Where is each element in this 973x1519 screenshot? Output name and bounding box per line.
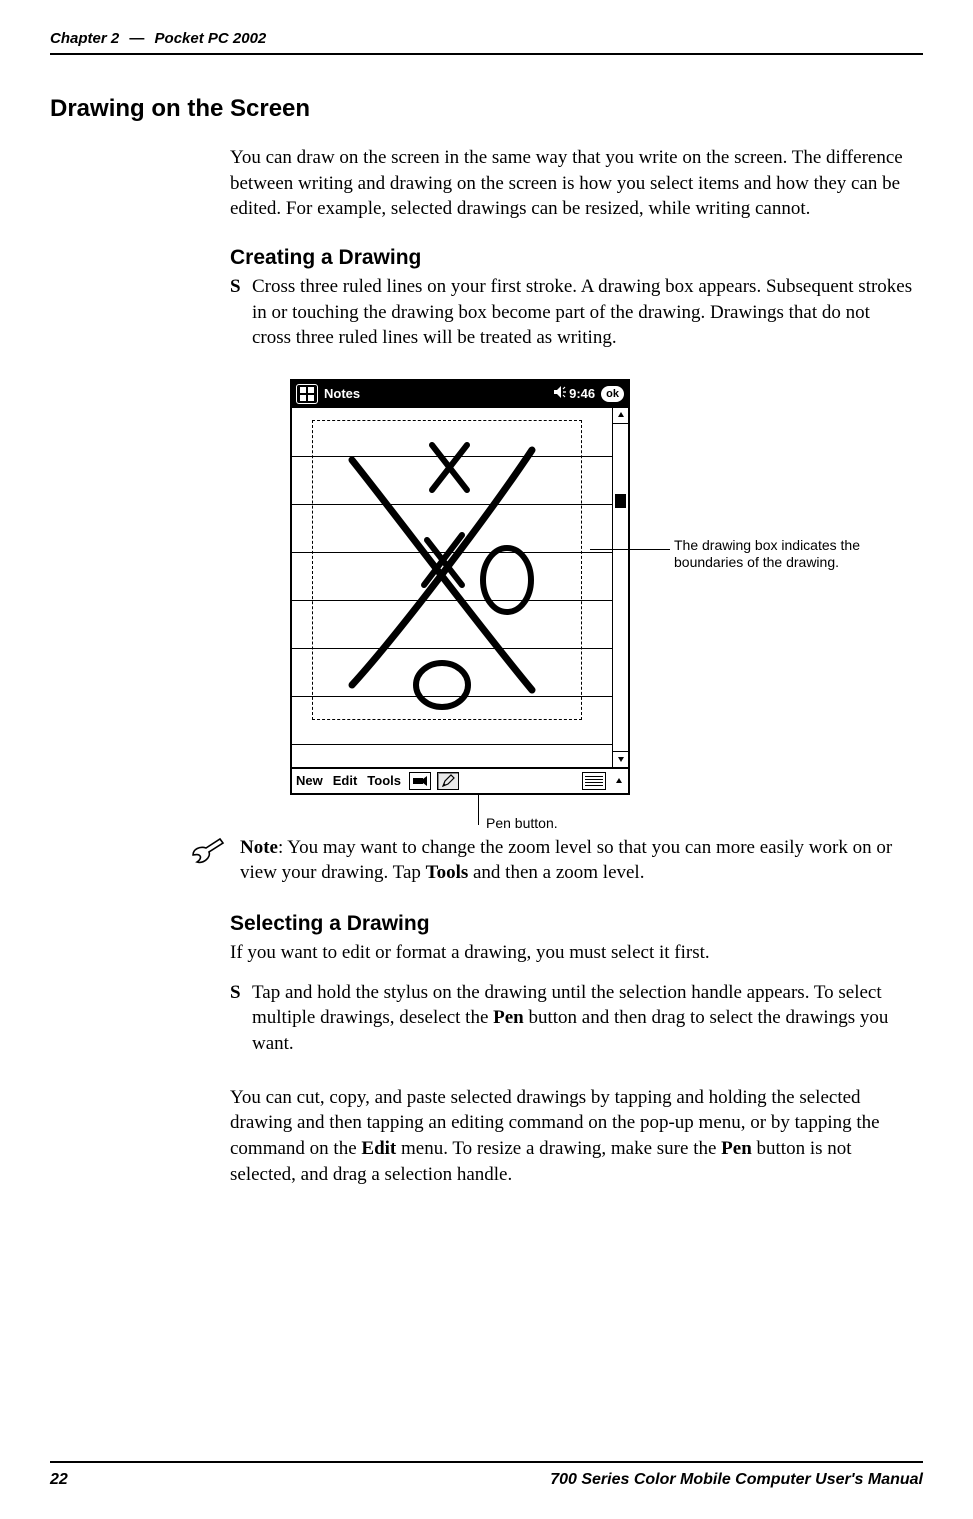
edit-word: Edit [361, 1138, 396, 1159]
note-block: Note: You may want to change the zoom le… [190, 835, 913, 886]
keyboard-sip-icon[interactable] [582, 772, 606, 790]
page-footer: 22 700 Series Color Mobile Computer User… [50, 1461, 923, 1489]
callout-drawing-box: The drawing box indicates the boundaries… [674, 537, 894, 572]
menu-new[interactable]: New [294, 773, 325, 788]
window-titlebar: Notes 9:46 ok [292, 381, 628, 407]
header-rule [50, 53, 923, 55]
scroll-track[interactable] [613, 424, 628, 751]
recording-icon[interactable] [409, 772, 431, 790]
command-bar: New Edit Tools [292, 767, 628, 793]
sip-chevron-up-icon[interactable] [612, 772, 626, 790]
note-label: Note [240, 837, 278, 858]
screenshot-figure: Notes 9:46 ok [290, 379, 910, 795]
intro-paragraph: You can draw on the screen in the same w… [230, 145, 913, 222]
callout-leader-line [590, 549, 670, 550]
scroll-up-icon[interactable] [613, 408, 628, 424]
scroll-thumb[interactable] [615, 494, 626, 508]
header-chapter: Chapter 2 [50, 30, 119, 47]
pen-word: Pen [493, 1007, 524, 1028]
note-tools-word: Tools [426, 862, 469, 883]
creating-bullet: Cross three ruled lines on your first st… [230, 274, 913, 351]
ok-button[interactable]: ok [601, 386, 624, 402]
manual-title: 700 Series Color Mobile Computer User's … [550, 1471, 923, 1489]
note-body-2: and then a zoom level. [468, 862, 644, 883]
menu-tools[interactable]: Tools [365, 773, 403, 788]
note-text: Note: You may want to change the zoom le… [240, 835, 913, 886]
pen-button-icon[interactable] [437, 772, 459, 790]
pen-callout-leader [478, 795, 479, 825]
drawing-strokes [312, 420, 582, 720]
pen-word-2: Pen [721, 1138, 752, 1159]
vertical-scrollbar[interactable] [612, 408, 628, 767]
clock-time[interactable]: 9:46 [569, 386, 595, 401]
creating-title: Creating a Drawing [230, 246, 913, 270]
section-title: Drawing on the Screen [50, 95, 923, 123]
speaker-icon[interactable] [553, 385, 567, 402]
selecting-title: Selecting a Drawing [230, 912, 913, 936]
selecting-bullet: Tap and hold the stylus on the drawing u… [230, 980, 913, 1057]
notes-canvas[interactable] [292, 407, 628, 767]
callout-pen-button: Pen button. [486, 815, 558, 831]
footer-rule [50, 1461, 923, 1463]
app-title: Notes [324, 386, 360, 401]
note-icon [190, 835, 226, 886]
selecting-p2-2: menu. To resize a drawing, make sure the [396, 1138, 721, 1159]
device-frame: Notes 9:46 ok [290, 379, 630, 795]
header-product: Pocket PC 2002 [155, 30, 267, 47]
selecting-para2: You can cut, copy, and paste selected dr… [230, 1085, 913, 1188]
start-icon[interactable] [296, 384, 318, 404]
running-header: Chapter 2 — Pocket PC 2002 [50, 30, 923, 47]
page-number: 22 [50, 1471, 68, 1489]
header-separator: — [129, 30, 144, 47]
scroll-down-icon[interactable] [613, 751, 628, 767]
selecting-intro: If you want to edit or format a drawing,… [230, 940, 913, 966]
menu-edit[interactable]: Edit [331, 773, 360, 788]
